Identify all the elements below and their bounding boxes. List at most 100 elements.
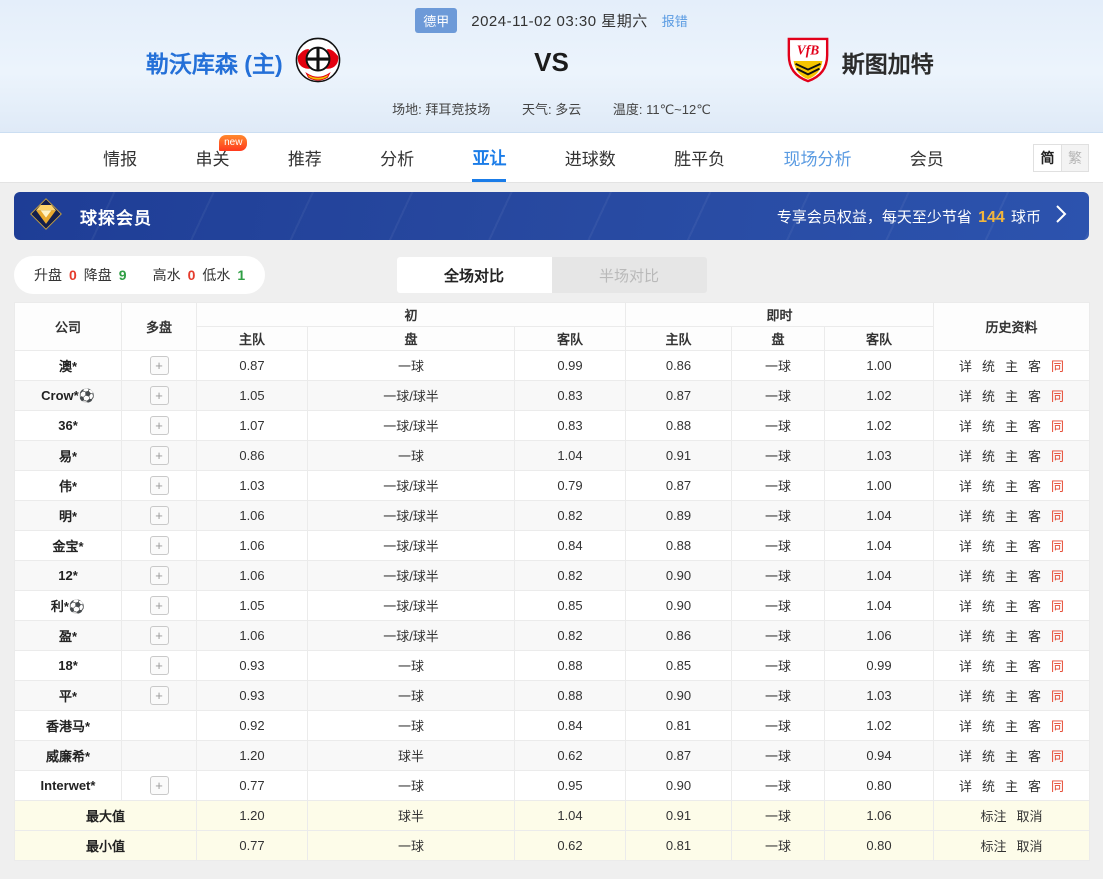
history-link-统[interactable]: 统	[982, 539, 995, 554]
expand-multi-odds-button[interactable]: +	[150, 356, 169, 375]
lang-traditional-button[interactable]: 繁	[1061, 144, 1089, 172]
history-link-统[interactable]: 统	[982, 629, 995, 644]
history-link-详[interactable]: 详	[959, 659, 972, 674]
history-link-统[interactable]: 统	[982, 659, 995, 674]
history-link-客[interactable]: 客	[1028, 659, 1041, 674]
bookmaker-name[interactable]: 易*	[15, 441, 122, 471]
history-link-统[interactable]: 统	[982, 689, 995, 704]
lang-simplified-button[interactable]: 简	[1033, 144, 1061, 172]
history-link-同[interactable]: 同	[1051, 659, 1064, 674]
history-link-同[interactable]: 同	[1051, 599, 1064, 614]
history-link-详[interactable]: 详	[959, 479, 972, 494]
history-link-统[interactable]: 统	[982, 719, 995, 734]
history-link-同[interactable]: 同	[1051, 389, 1064, 404]
history-link-同[interactable]: 同	[1051, 479, 1064, 494]
bookmaker-name[interactable]: 明*	[15, 501, 122, 531]
history-link-主[interactable]: 主	[1005, 599, 1018, 614]
tab-full-match-compare[interactable]: 全场对比	[397, 257, 552, 293]
history-link-主[interactable]: 主	[1005, 389, 1018, 404]
history-link-主[interactable]: 主	[1005, 659, 1018, 674]
history-link-客[interactable]: 客	[1028, 569, 1041, 584]
history-link-同[interactable]: 同	[1051, 689, 1064, 704]
history-link-主[interactable]: 主	[1005, 749, 1018, 764]
history-link-同[interactable]: 同	[1051, 779, 1064, 794]
history-link-客[interactable]: 客	[1028, 599, 1041, 614]
history-link-同[interactable]: 同	[1051, 419, 1064, 434]
nav-tab[interactable]: 情报	[103, 133, 137, 182]
bookmaker-name[interactable]: 伟*	[15, 471, 122, 501]
history-link-详[interactable]: 详	[959, 449, 972, 464]
history-link-统[interactable]: 统	[982, 389, 995, 404]
summary-link-取消[interactable]: 取消	[1017, 809, 1043, 824]
history-link-同[interactable]: 同	[1051, 629, 1064, 644]
history-link-统[interactable]: 统	[982, 749, 995, 764]
history-link-主[interactable]: 主	[1005, 689, 1018, 704]
expand-multi-odds-button[interactable]: +	[150, 626, 169, 645]
history-link-同[interactable]: 同	[1051, 749, 1064, 764]
history-link-统[interactable]: 统	[982, 599, 995, 614]
history-link-详[interactable]: 详	[959, 509, 972, 524]
expand-multi-odds-button[interactable]: +	[150, 536, 169, 555]
history-link-主[interactable]: 主	[1005, 629, 1018, 644]
bookmaker-name[interactable]: 威廉希*	[15, 741, 122, 771]
history-link-同[interactable]: 同	[1051, 539, 1064, 554]
bookmaker-name[interactable]: 金宝*	[15, 531, 122, 561]
summary-link-标注[interactable]: 标注	[981, 839, 1007, 854]
history-link-详[interactable]: 详	[959, 599, 972, 614]
bookmaker-name[interactable]: 香港马*	[15, 711, 122, 741]
summary-link-取消[interactable]: 取消	[1017, 839, 1043, 854]
nav-tab[interactable]: 会员	[910, 133, 944, 182]
history-link-统[interactable]: 统	[982, 359, 995, 374]
history-link-详[interactable]: 详	[959, 569, 972, 584]
history-link-详[interactable]: 详	[959, 689, 972, 704]
league-badge[interactable]: 德甲	[415, 8, 457, 33]
history-link-统[interactable]: 统	[982, 779, 995, 794]
expand-multi-odds-button[interactable]: +	[150, 566, 169, 585]
history-link-同[interactable]: 同	[1051, 359, 1064, 374]
bookmaker-name[interactable]: Interwet*	[15, 771, 122, 801]
summary-link-标注[interactable]: 标注	[981, 809, 1007, 824]
tab-half-match-compare[interactable]: 半场对比	[552, 257, 707, 293]
history-link-主[interactable]: 主	[1005, 779, 1018, 794]
history-link-详[interactable]: 详	[959, 629, 972, 644]
expand-multi-odds-button[interactable]: +	[150, 596, 169, 615]
away-team-name[interactable]: 斯图加特	[842, 45, 934, 79]
nav-tab[interactable]: 现场分析	[783, 133, 851, 182]
history-link-主[interactable]: 主	[1005, 359, 1018, 374]
bookmaker-name[interactable]: 36*	[15, 411, 122, 441]
history-link-客[interactable]: 客	[1028, 389, 1041, 404]
history-link-客[interactable]: 客	[1028, 449, 1041, 464]
history-link-客[interactable]: 客	[1028, 359, 1041, 374]
expand-multi-odds-button[interactable]: +	[150, 656, 169, 675]
expand-multi-odds-button[interactable]: +	[150, 416, 169, 435]
nav-tab[interactable]: 分析	[380, 133, 414, 182]
history-link-客[interactable]: 客	[1028, 479, 1041, 494]
history-link-详[interactable]: 详	[959, 419, 972, 434]
history-link-主[interactable]: 主	[1005, 419, 1018, 434]
history-link-客[interactable]: 客	[1028, 539, 1041, 554]
bookmaker-name[interactable]: 12*	[15, 561, 122, 591]
history-link-主[interactable]: 主	[1005, 719, 1018, 734]
history-link-统[interactable]: 统	[982, 449, 995, 464]
history-link-客[interactable]: 客	[1028, 779, 1041, 794]
history-link-详[interactable]: 详	[959, 749, 972, 764]
expand-multi-odds-button[interactable]: +	[150, 386, 169, 405]
history-link-主[interactable]: 主	[1005, 569, 1018, 584]
history-link-同[interactable]: 同	[1051, 509, 1064, 524]
nav-tab[interactable]: 亚让	[472, 133, 506, 182]
expand-multi-odds-button[interactable]: +	[150, 776, 169, 795]
report-error-link[interactable]: 报错	[662, 11, 688, 30]
history-link-主[interactable]: 主	[1005, 449, 1018, 464]
bookmaker-name[interactable]: 盈*	[15, 621, 122, 651]
bookmaker-name[interactable]: 18*	[15, 651, 122, 681]
expand-multi-odds-button[interactable]: +	[150, 476, 169, 495]
bookmaker-name[interactable]: 平*	[15, 681, 122, 711]
history-link-客[interactable]: 客	[1028, 419, 1041, 434]
history-link-详[interactable]: 详	[959, 389, 972, 404]
expand-multi-odds-button[interactable]: +	[150, 506, 169, 525]
vip-banner[interactable]: 球探会员 专享会员权益，每天至少节省 144 球币	[14, 192, 1089, 240]
nav-tab[interactable]: 胜平负	[674, 133, 725, 182]
history-link-主[interactable]: 主	[1005, 509, 1018, 524]
bookmaker-name[interactable]: 利*⚽	[15, 591, 122, 621]
history-link-详[interactable]: 详	[959, 779, 972, 794]
